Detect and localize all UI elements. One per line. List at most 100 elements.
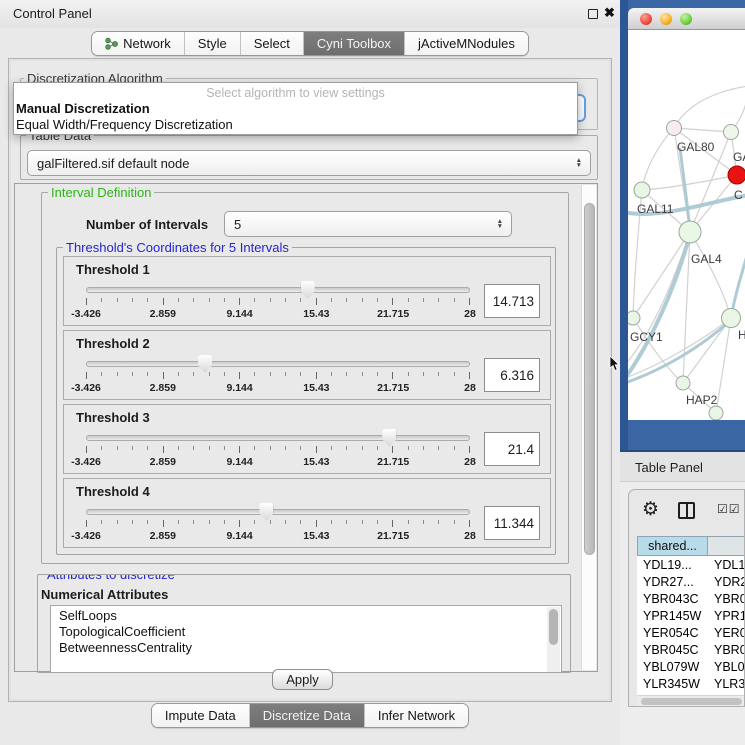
threshold-label: Threshold 4 <box>76 484 540 501</box>
settings-scrollpane: Interval Definition Number of Intervals … <box>14 183 598 672</box>
network-node[interactable] <box>676 376 690 390</box>
threshold-value-field[interactable]: 6.316 <box>484 358 540 392</box>
menu-item-manual-discretization[interactable]: Manual Discretization <box>14 100 577 116</box>
interval-definition-group: Interval Definition Number of Intervals … <box>41 192 569 564</box>
threshold-slider[interactable]: -3.4262.8599.14415.4321.71528 <box>86 353 470 397</box>
tab-impute-data[interactable]: Impute Data <box>152 704 250 727</box>
table-row[interactable]: YER054CYER0 <box>637 624 745 641</box>
network-node[interactable] <box>634 182 650 198</box>
table-row[interactable]: YLR345WYLR3 <box>637 675 745 692</box>
threshold-slider[interactable]: -3.4262.8599.14415.4321.71528 <box>86 501 470 545</box>
slider-track[interactable] <box>86 435 470 441</box>
threshold-value-field[interactable]: 14.713 <box>484 284 540 318</box>
node-label: HAP2 <box>686 393 718 407</box>
table-cell: YDR2 <box>708 575 745 589</box>
list-item[interactable]: SelfLoops <box>59 608 561 624</box>
table-row[interactable]: YBL079WYBL0 <box>637 658 745 675</box>
list-scrollbar-thumb[interactable] <box>549 609 558 645</box>
network-node[interactable] <box>722 309 741 328</box>
threshold-2-box: Threshold 2 -3.4262.8599.14415.4321.7152… <box>63 330 551 400</box>
network-node[interactable] <box>709 406 723 420</box>
slider-track[interactable] <box>86 509 470 515</box>
apply-button[interactable]: Apply <box>272 669 333 690</box>
number-of-intervals-combobox[interactable]: 5 ▲▼ <box>224 211 512 237</box>
threshold-slider[interactable]: -3.4262.8599.14415.4321.71528 <box>86 279 470 323</box>
table-data-combobox[interactable]: galFiltered.sif default node ▲▼ <box>27 150 591 176</box>
table-cell: YBR0 <box>708 643 745 657</box>
network-window-titlebar[interactable] <box>628 8 745 30</box>
node-table: shared... na YDL19...YDL1YDR27...YDR2YBR… <box>637 536 745 706</box>
close-icon[interactable]: ✖ <box>604 5 615 21</box>
slider-ticks <box>86 372 470 380</box>
tab-infer-network[interactable]: Infer Network <box>365 704 468 727</box>
tab-label: jActiveMNodules <box>418 36 515 51</box>
slider-thumb[interactable] <box>198 355 212 373</box>
table-cell: YBR0 <box>708 592 745 606</box>
minimize-traffic-light[interactable] <box>660 13 672 25</box>
float-window-icon[interactable] <box>588 9 598 19</box>
slider-thumb[interactable] <box>382 429 396 447</box>
split-columns-icon[interactable] <box>678 502 695 519</box>
network-node[interactable] <box>724 125 739 140</box>
network-node[interactable] <box>667 121 682 136</box>
threshold-label: Threshold 2 <box>76 336 540 353</box>
settings-scrollbar-thumb[interactable] <box>584 203 595 555</box>
checkbox-icons[interactable]: ☑☑ <box>717 502 741 516</box>
list-item[interactable]: BetweennessCentrality <box>59 640 561 656</box>
table-row[interactable]: YDL19...YDL1 <box>637 556 745 573</box>
table-row[interactable]: YBR045CYBR0 <box>637 641 745 658</box>
slider-axis-labels: -3.4262.8599.14415.4321.71528 <box>86 382 470 395</box>
table-cell: YBR045C <box>637 643 708 657</box>
slider-track[interactable] <box>86 287 470 293</box>
zoom-traffic-light[interactable] <box>680 13 692 25</box>
tab-jactivemnodules[interactable]: jActiveMNodules <box>405 32 528 55</box>
algorithm-dropdown-popup: Select algorithm to view settings Manual… <box>13 82 578 135</box>
table-cell: YPR1 <box>708 609 745 623</box>
table-row[interactable]: YBR043CYBR0 <box>637 590 745 607</box>
table-row[interactable]: YDR27...YDR2 <box>637 573 745 590</box>
column-header-name[interactable]: na <box>708 536 745 556</box>
slider-axis-labels: -3.4262.8599.14415.4321.71528 <box>86 530 470 543</box>
tab-style[interactable]: Style <box>185 32 241 55</box>
table-scrollbar-thumb[interactable] <box>641 698 742 705</box>
table-cell: YLR3 <box>708 677 745 691</box>
tab-label: Infer Network <box>378 708 455 723</box>
numerical-attributes-label: Numerical Attributes <box>41 587 168 602</box>
numerical-attributes-list[interactable]: SelfLoopsTopologicalCoefficientBetweenne… <box>50 605 562 673</box>
list-item[interactable]: TopologicalCoefficient <box>59 624 561 640</box>
column-header-shared-name[interactable]: shared... <box>637 536 708 556</box>
table-horizontal-scrollbar[interactable] <box>637 695 744 706</box>
tab-cyni-toolbox[interactable]: Cyni Toolbox <box>304 32 405 55</box>
network-node[interactable] <box>728 166 745 184</box>
gear-icon[interactable]: ⚙ <box>642 498 659 521</box>
table-cell: YBL079W <box>637 660 708 674</box>
tab-discretize-data[interactable]: Discretize Data <box>250 704 365 727</box>
network-node[interactable] <box>628 311 640 325</box>
tab-network[interactable]: Network <box>92 32 185 55</box>
node-label: GA <box>733 150 745 164</box>
threshold-1-box: Threshold 1 -3.4262.8599.14415.4321.7152… <box>63 256 551 326</box>
slider-thumb[interactable] <box>259 503 273 521</box>
threshold-slider[interactable]: -3.4262.8599.14415.4321.71528 <box>86 427 470 471</box>
table-data-value: galFiltered.sif default node <box>37 156 189 171</box>
thresholds-group: Threshold's Coordinates for 5 Intervals … <box>56 247 556 555</box>
slider-track[interactable] <box>86 361 470 367</box>
menu-item-equal-width-frequency[interactable]: Equal Width/Frequency Discretization <box>14 116 577 132</box>
table-cell: YLR345W <box>637 677 708 691</box>
node-label: GCY1 <box>630 330 663 344</box>
slider-thumb[interactable] <box>301 281 315 299</box>
table-row[interactable]: YPR145WYPR1 <box>637 607 745 624</box>
tab-select[interactable]: Select <box>241 32 304 55</box>
table-toolbar: ⚙ ☑☑ <box>629 490 744 534</box>
network-node[interactable] <box>679 221 701 243</box>
threshold-value-field[interactable]: 11.344 <box>484 506 540 540</box>
settings-scrollbar[interactable] <box>581 185 596 670</box>
network-view-canvas[interactable]: GAL80GACGAL11GAL4GCY1HHAP2 <box>628 30 745 420</box>
list-scrollbar[interactable] <box>547 607 560 673</box>
number-of-intervals-value: 5 <box>234 217 241 232</box>
threshold-value-field[interactable]: 21.4 <box>484 432 540 466</box>
table-cell: YDL19... <box>637 558 708 572</box>
close-traffic-light[interactable] <box>640 13 652 25</box>
table-cell: YER054C <box>637 626 708 640</box>
spinner-arrows-icon: ▲▼ <box>497 219 503 229</box>
